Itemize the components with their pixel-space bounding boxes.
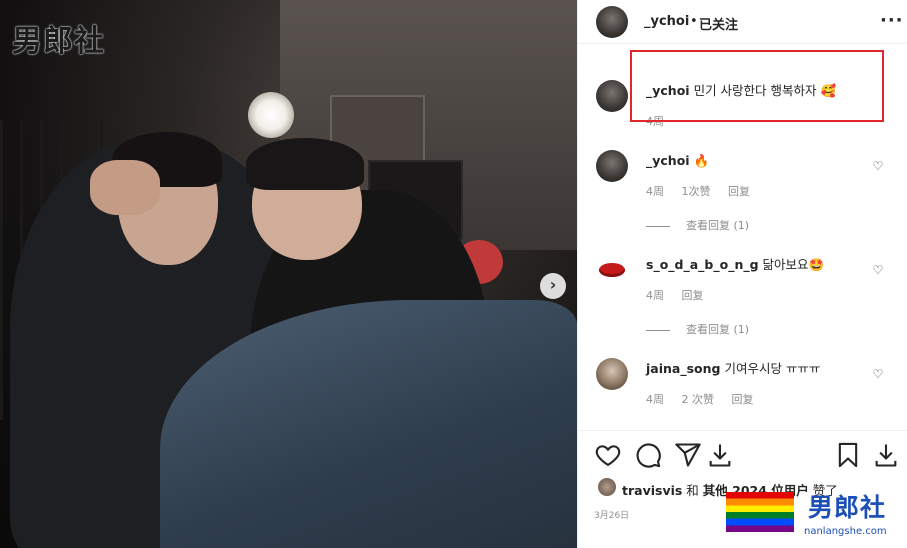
comment-icon[interactable] [634, 441, 662, 469]
action-bar [578, 430, 907, 478]
header-username[interactable]: _ychoi [644, 14, 689, 29]
post-photo[interactable]: 男郎社 › [0, 0, 577, 548]
photo-hand-peace [90, 160, 160, 215]
avatar[interactable] [598, 478, 616, 496]
heart-icon[interactable]: ♡ [871, 263, 885, 277]
brand-name: 男郎社 [808, 493, 887, 522]
comment-avatar[interactable] [596, 150, 628, 182]
more-horizontal-icon[interactable]: ··· [880, 10, 904, 31]
comment-text: 🔥 [693, 153, 710, 168]
comment-3: jaina_song 기여우시당 ㅠㅠㅠ [646, 360, 820, 378]
brand-url: nanlangshe.com [804, 526, 887, 537]
bookmark-icon[interactable] [834, 441, 862, 469]
post-header: _ychoi • 已关注 ··· [578, 0, 907, 44]
reply-button[interactable]: 回复 [682, 289, 704, 302]
comment-text: 닮아보요🤩 [762, 257, 825, 272]
reply-button[interactable]: 回复 [732, 393, 754, 406]
comment-username[interactable]: _ychoi [646, 153, 690, 168]
comment-likes[interactable]: 1次赞 [682, 185, 711, 198]
caption: _ychoi 민기 사랑한다 행복하자 🥰 [646, 82, 836, 100]
view-replies-button[interactable]: 查看回复 (1) [646, 217, 749, 233]
reply-button[interactable]: 回复 [728, 185, 750, 198]
chevron-right-icon[interactable]: › [540, 273, 566, 299]
comment-meta: 4周 2 次赞 回复 [646, 393, 754, 406]
comment-meta: 4周 1次赞 回复 [646, 185, 750, 198]
download-icon[interactable] [872, 441, 900, 469]
rainbow-flag-icon [726, 492, 794, 532]
comment-1: _ychoi 🔥 [646, 152, 709, 170]
brand-logo: 男郎社 nanlangshe.com [726, 490, 907, 548]
heart-icon[interactable] [594, 441, 622, 469]
comment-meta: 4周 回复 [646, 289, 704, 302]
caption-text: 민기 사랑한다 행복하자 🥰 [693, 83, 837, 98]
download-icon[interactable] [706, 441, 734, 469]
caption-time: 4周 [646, 115, 664, 128]
header-separator: • [690, 14, 698, 29]
post-side-panel: _ychoi • 已关注 ··· _ychoi 민기 사랑한다 행복하자 🥰 4… [577, 0, 907, 548]
avatar[interactable] [596, 6, 628, 38]
comment-2: s_o_d_a_b_o_n_g 닮아보요🤩 [646, 256, 824, 274]
photo-lamp [248, 92, 294, 138]
photo-hair-right [246, 138, 364, 190]
comment-avatar[interactable] [596, 358, 628, 390]
comment-username[interactable]: s_o_d_a_b_o_n_g [646, 257, 759, 272]
comment-username[interactable]: jaina_song [646, 361, 720, 376]
share-icon[interactable] [674, 441, 702, 469]
comment-text: 기여우시당 ㅠㅠㅠ [724, 361, 821, 376]
watermark: 男郎社 [12, 24, 105, 59]
heart-icon[interactable]: ♡ [871, 367, 885, 381]
follow-status-button[interactable]: 已关注 [699, 14, 738, 33]
comment-likes[interactable]: 2 次赞 [682, 393, 715, 406]
heart-icon[interactable]: ♡ [871, 159, 885, 173]
caption-username[interactable]: _ychoi [646, 83, 690, 98]
post-date: 3月26日 [594, 511, 630, 521]
comment-avatar[interactable] [596, 254, 628, 286]
liker-username[interactable]: travisvis [622, 483, 682, 498]
caption-avatar[interactable] [596, 80, 628, 112]
view-replies-button[interactable]: 查看回复 (1) [646, 321, 749, 337]
